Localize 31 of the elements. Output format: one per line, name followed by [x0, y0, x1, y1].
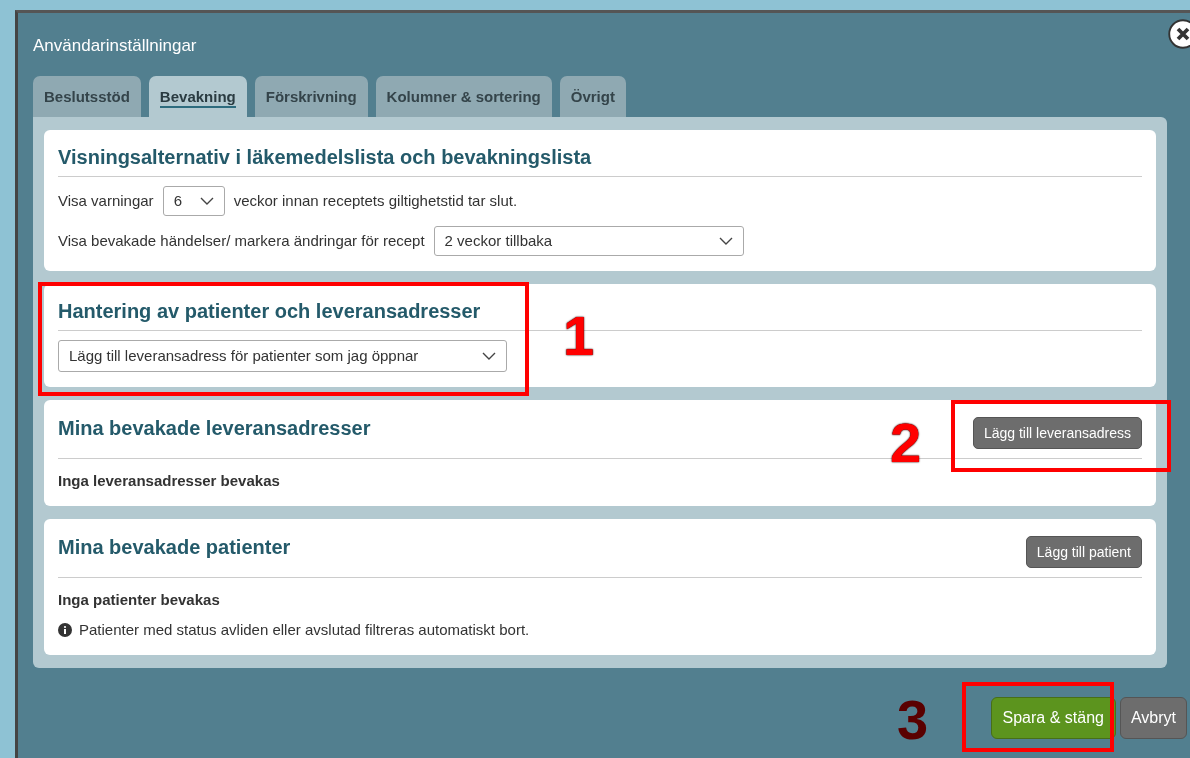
field-suffix: veckor innan receptets giltighetstid tar slut.: [233, 191, 518, 211]
dialog-title: Användarinställningar: [33, 36, 197, 55]
chevron-down-icon: [199, 197, 214, 205]
empty-message: Inga leveransadresser bevakas: [58, 471, 280, 491]
tab[interactable]: Bevakning: [148, 76, 247, 117]
tab[interactable]: Kolumner & sortering: [375, 76, 552, 117]
callout-number: 2: [890, 415, 922, 471]
field-label: Visa bevakade händelser/ markera ändringar för recept: [58, 231, 425, 251]
section-heading: Visningsalternativ i läkemedelslista och bevakningslista: [58, 145, 592, 169]
tab[interactable]: Beslutsstöd: [33, 76, 141, 117]
callout-number: 3: [897, 692, 929, 748]
section-heading: Hantering av patienter och leveransadresser: [58, 299, 481, 323]
callout-number: 1: [563, 308, 595, 364]
cancel-button[interactable]: Avbryt: [1119, 697, 1187, 739]
add-button[interactable]: Lägg till patient: [1025, 536, 1142, 568]
dropdown[interactable]: 6: [162, 186, 225, 216]
chevron-down-icon: [482, 352, 496, 360]
field-label: Visa varningar: [58, 191, 154, 211]
empty-message: Inga patienter bevakas: [58, 590, 220, 610]
dropdown[interactable]: Lägg till leveransadress för patienter som jag öppnar: [58, 340, 507, 372]
add-button[interactable]: Lägg till leveransadress: [972, 417, 1142, 449]
section-heading: Mina bevakade patienter: [58, 536, 291, 559]
section-heading: Mina bevakade leveransadresser: [58, 417, 371, 440]
save-button[interactable]: Spara & stäng: [990, 697, 1116, 739]
info-text: Patienter med status avliden eller avslutad filtreras automatiskt bort.: [79, 620, 530, 640]
tab[interactable]: Övrigt: [559, 76, 626, 117]
info-icon: [58, 623, 72, 637]
close-icon[interactable]: [1168, 19, 1190, 49]
dropdown[interactable]: 2 veckor tillbaka: [433, 226, 744, 256]
tab[interactable]: Förskrivning: [254, 76, 368, 117]
chevron-down-icon: [718, 237, 733, 245]
